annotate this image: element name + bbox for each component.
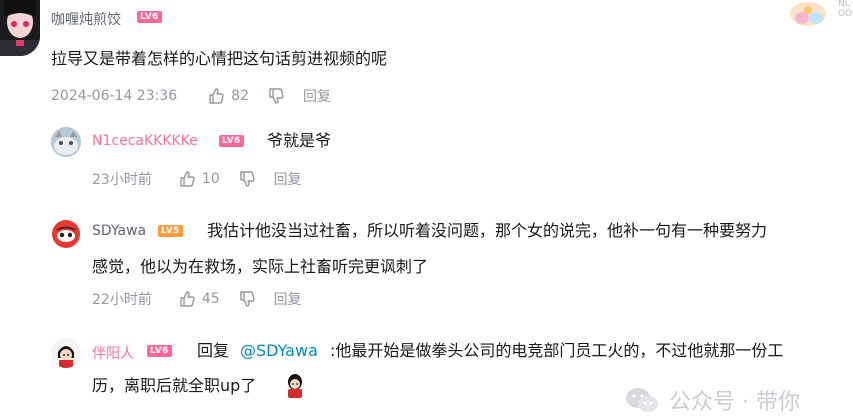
level-badge: LV5 <box>158 225 183 237</box>
like-button[interactable]: 82 <box>207 87 249 105</box>
reply-button[interactable]: 回复 <box>303 86 331 106</box>
reply-username[interactable]: N1cecaKKKKKe <box>92 133 198 149</box>
like-count: 10 <box>201 171 220 187</box>
reply-text-line-2: 历，离职后就全职up了 <box>92 376 257 395</box>
dislike-icon <box>269 88 284 104</box>
corner-badge: NL OO <box>788 0 853 30</box>
reply-time: 22小时前 <box>92 292 152 308</box>
reply-meta: 23小时前 10 回复 <box>92 169 320 189</box>
reply-text-line-2: 感觉，他以为在救场，实际上社畜听完更讽刺了 <box>92 257 429 276</box>
comment-time: 2024-06-14 23:36 <box>51 88 178 104</box>
reply-username[interactable]: SDYawa <box>92 223 146 239</box>
watermark: 公众号 · 带你 <box>625 384 800 416</box>
like-icon <box>180 291 195 307</box>
watermark-text: 公众号 · 带你 <box>669 390 800 415</box>
like-button[interactable]: 45 <box>178 290 220 308</box>
reply-text: 爷就是爷 <box>267 131 332 150</box>
comment-text: 拉导又是带着怎样的心情把这句话剪进视频的呢 <box>51 49 388 68</box>
wechat-icon <box>625 385 659 415</box>
reply-text-line-1: 我估计他没当过社畜，所以听着没问题，那个女的说完，他补一句有一种要努力 <box>207 221 768 240</box>
reply-text-line-1: :他最开始是做拳头公司的电竞部门员工火的，不过他就那一份工 <box>330 341 784 360</box>
comment-meta: 2024-06-14 23:36 82 回复 <box>51 86 349 106</box>
reply-meta: 22小时前 45 回复 <box>92 289 320 309</box>
avatar-image <box>52 220 80 248</box>
reply-button[interactable]: 回复 <box>274 289 302 309</box>
avatar[interactable] <box>51 219 81 249</box>
like-count: 45 <box>201 291 220 307</box>
reply-prefix: 回复 <box>197 341 230 360</box>
avatar[interactable] <box>51 338 81 368</box>
like-icon <box>209 88 224 104</box>
sticker-emoji <box>284 372 306 398</box>
reply-username[interactable]: 伴阳人 <box>92 343 134 363</box>
mention-link[interactable]: @SDYawa <box>240 340 318 362</box>
dislike-icon <box>239 171 255 187</box>
corner-badge-text: NL OO <box>838 0 853 19</box>
like-icon <box>180 171 195 187</box>
avatar[interactable] <box>51 127 81 157</box>
comment-username[interactable]: 咖喱炖煎饺 <box>51 9 121 29</box>
like-button[interactable]: 10 <box>178 170 220 188</box>
avatar[interactable] <box>0 0 40 56</box>
level-badge: LV6 <box>137 11 162 23</box>
reply-button[interactable]: 回复 <box>274 169 302 189</box>
dislike-button[interactable] <box>238 290 256 308</box>
avatar-image <box>51 127 81 157</box>
dislike-button[interactable] <box>267 87 285 105</box>
level-badge: LV6 <box>147 345 172 357</box>
avatar-image <box>0 0 40 56</box>
avatar-image <box>51 338 81 368</box>
dislike-icon <box>239 291 255 307</box>
level-badge: LV6 <box>219 135 244 147</box>
reply-time: 23小时前 <box>92 172 152 188</box>
like-count: 82 <box>231 88 249 104</box>
dislike-button[interactable] <box>238 170 256 188</box>
